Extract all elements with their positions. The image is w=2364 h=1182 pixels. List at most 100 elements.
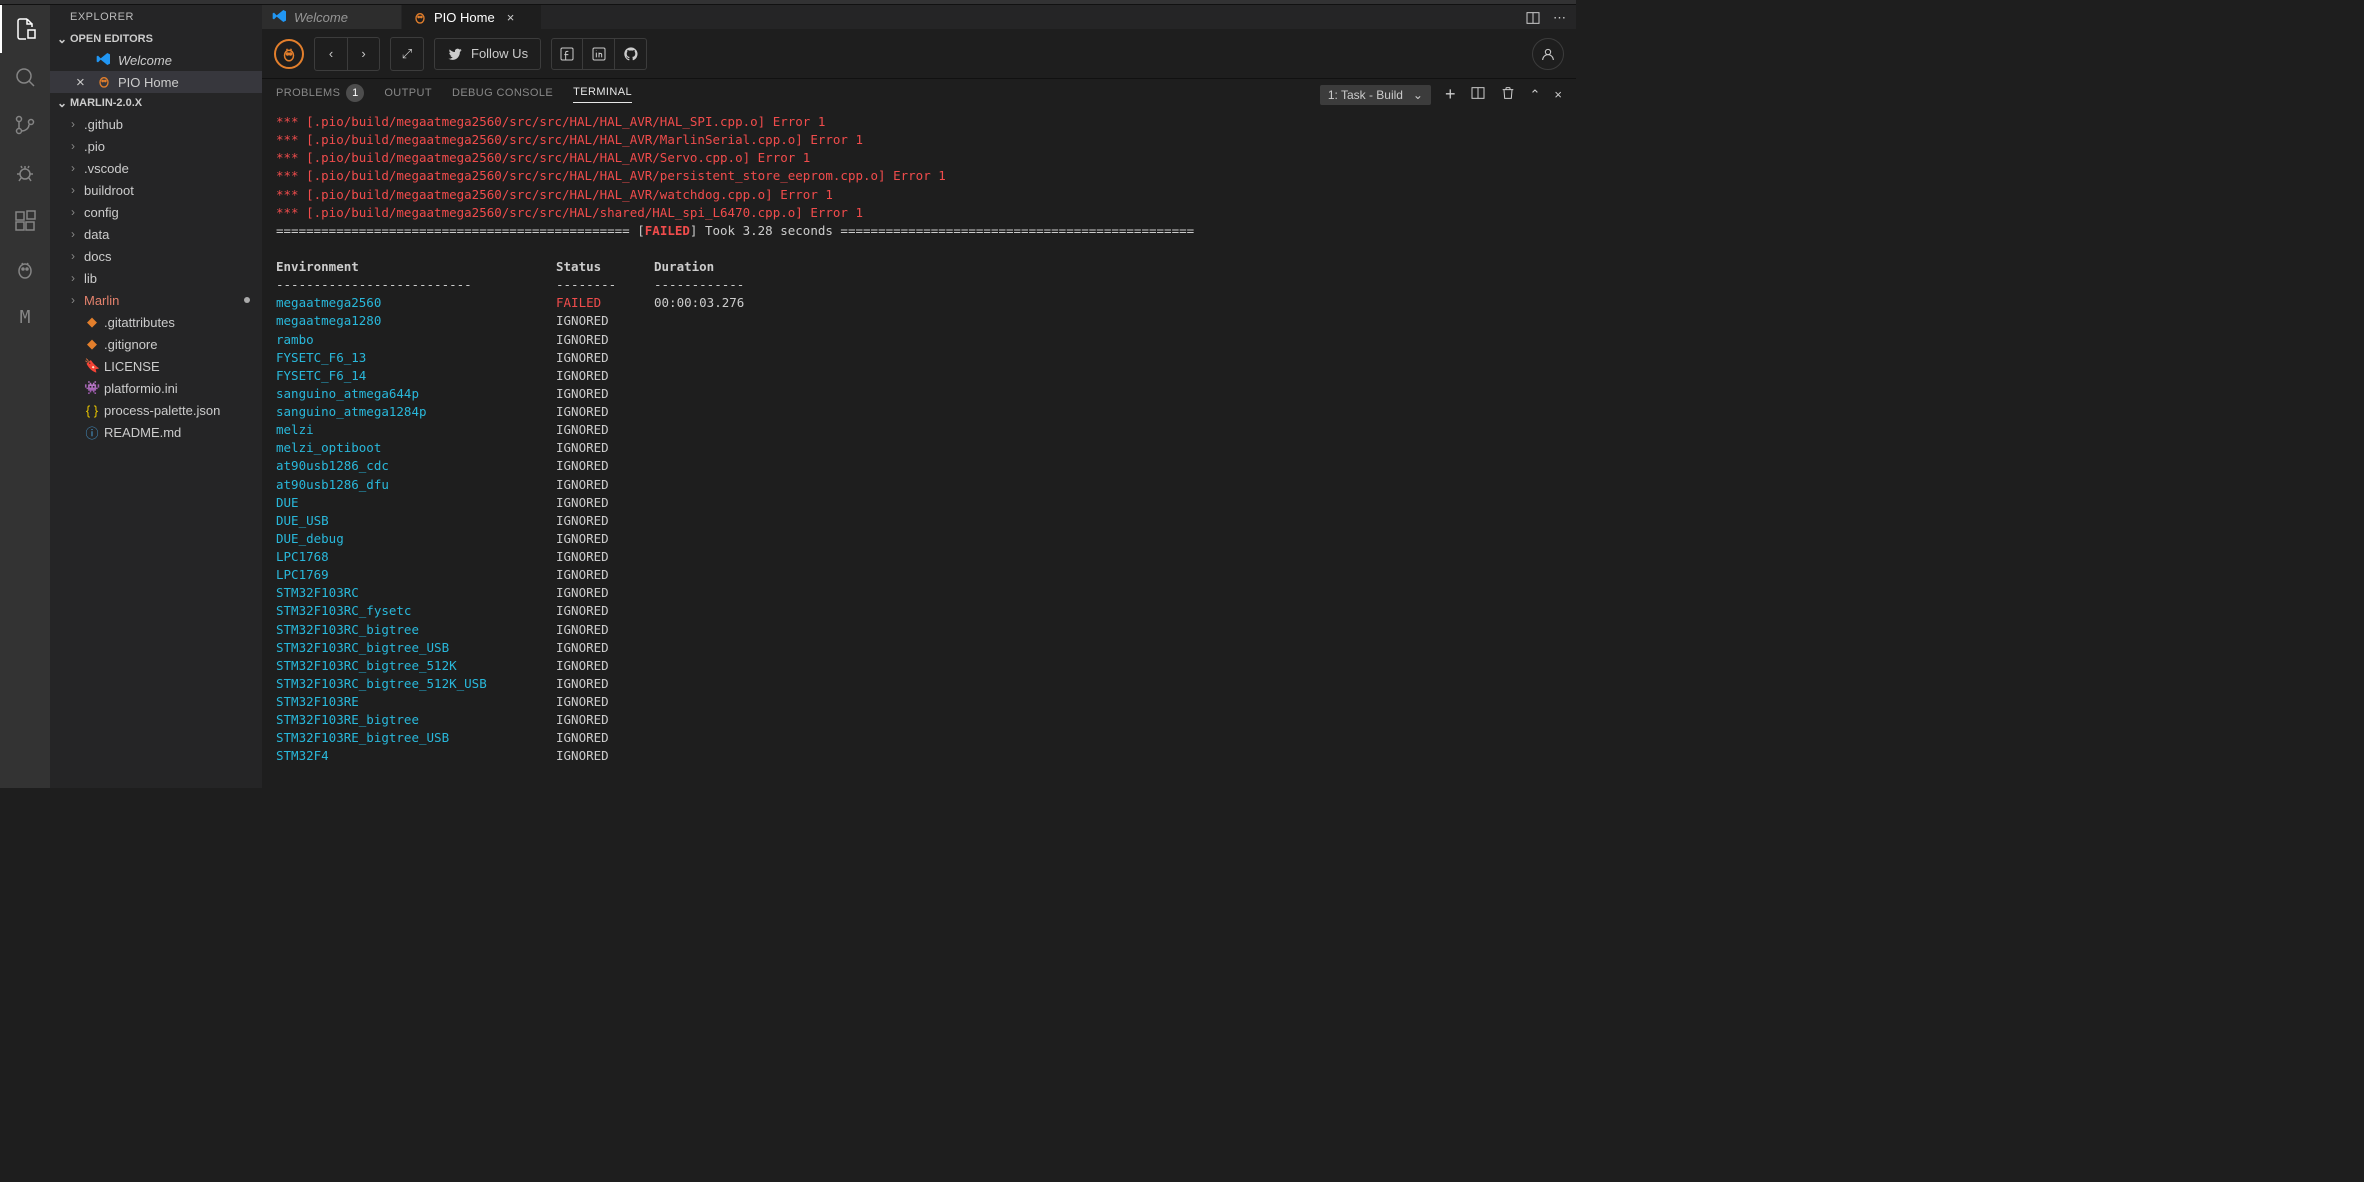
tab-welcome[interactable]: Welcome	[262, 5, 402, 29]
activity-source-control[interactable]	[0, 101, 50, 149]
open-editors-header[interactable]: ⌄ OPEN EDITORS	[50, 29, 262, 49]
folder-label: buildroot	[84, 183, 134, 198]
folder-item[interactable]: › .pio	[50, 135, 262, 157]
file-icon: ⓘ	[84, 423, 100, 442]
terminal-task-dropdown[interactable]: 1: Task - Build	[1320, 85, 1431, 105]
panel-tab-bar: PROBLEMS 1 OUTPUT DEBUG CONSOLE TERMINAL…	[262, 79, 1576, 111]
folder-label: docs	[84, 249, 111, 264]
more-icon[interactable]: ⋯	[1553, 10, 1566, 29]
panel-tab-debug-console[interactable]: DEBUG CONSOLE	[452, 87, 553, 103]
explorer-sidebar: EXPLORER ⌄ OPEN EDITORS ×Welcome × PIO Hom…	[50, 5, 262, 788]
file-icon: 👾	[84, 380, 100, 396]
chevron-down-icon: ⌄	[54, 32, 70, 46]
file-item[interactable]: ◆ .gitattributes	[50, 311, 262, 333]
split-terminal-icon[interactable]	[1470, 85, 1486, 104]
nav-back-button[interactable]: ‹	[315, 38, 347, 70]
close-icon[interactable]: ×	[507, 10, 515, 25]
file-label: process-palette.json	[104, 403, 220, 418]
activity-search[interactable]	[0, 53, 50, 101]
chevron-down-icon: ⌄	[54, 96, 70, 110]
modified-dot-icon	[244, 297, 250, 303]
chevron-right-icon: ›	[66, 117, 80, 131]
file-label: .gitignore	[104, 337, 157, 352]
folder-label: .github	[84, 117, 123, 132]
split-editor-icon[interactable]	[1525, 10, 1541, 29]
nav-forward-button[interactable]: ›	[347, 38, 379, 70]
file-label: README.md	[104, 425, 181, 440]
tab-bar: Welcome PIO Home × ⋯	[262, 5, 1576, 29]
folder-label: config	[84, 205, 119, 220]
panel-tab-problems[interactable]: PROBLEMS 1	[276, 84, 364, 106]
new-terminal-icon[interactable]: +	[1445, 84, 1456, 105]
file-item[interactable]: 👾 platformio.ini	[50, 377, 262, 399]
folder-label: lib	[84, 271, 97, 286]
folder-label: data	[84, 227, 109, 242]
chevron-right-icon: ›	[66, 183, 80, 197]
file-icon: ◆	[84, 314, 100, 330]
folder-label: .pio	[84, 139, 105, 154]
folder-item[interactable]: › config	[50, 201, 262, 223]
platformio-icon	[412, 9, 428, 25]
chevron-right-icon: ›	[66, 271, 80, 285]
pio-home-toolbar: ‹ › ⤢ Follow Us	[262, 29, 1576, 79]
activity-debug[interactable]	[0, 149, 50, 197]
problems-count-badge: 1	[346, 84, 364, 102]
chevron-right-icon: ›	[66, 227, 80, 241]
open-editor-label: PIO Home	[118, 75, 179, 90]
file-label: platformio.ini	[104, 381, 178, 396]
activity-marlin[interactable]: M	[0, 293, 50, 341]
expand-button[interactable]: ⤢	[391, 38, 423, 70]
vscode-icon	[272, 8, 288, 27]
linkedin-icon[interactable]	[583, 38, 615, 70]
folder-item[interactable]: › lib	[50, 267, 262, 289]
panel-tab-output[interactable]: OUTPUT	[384, 87, 432, 103]
twitter-icon	[447, 46, 463, 62]
chevron-right-icon: ›	[66, 161, 80, 175]
sidebar-title: EXPLORER	[50, 5, 262, 29]
maximize-panel-icon[interactable]: ⌃	[1530, 87, 1541, 103]
folder-item-marlin[interactable]: › Marlin	[50, 289, 262, 311]
platformio-logo-icon	[274, 39, 304, 69]
chevron-right-icon: ›	[66, 205, 80, 219]
file-icon: { }	[84, 403, 100, 418]
facebook-icon[interactable]	[551, 38, 583, 70]
folder-item[interactable]: › buildroot	[50, 179, 262, 201]
follow-us-button[interactable]: Follow Us	[434, 38, 541, 70]
file-item[interactable]: ◆ .gitignore	[50, 333, 262, 355]
folder-item[interactable]: › data	[50, 223, 262, 245]
github-icon[interactable]	[615, 38, 647, 70]
activity-extensions[interactable]	[0, 197, 50, 245]
trash-icon[interactable]	[1500, 85, 1516, 104]
file-icon: 🔖	[84, 358, 100, 374]
panel-tab-terminal[interactable]: TERMINAL	[573, 86, 632, 103]
open-editor-label: Welcome	[118, 53, 172, 68]
activity-platformio[interactable]	[0, 245, 50, 293]
open-editor-item[interactable]: ×Welcome	[50, 49, 262, 71]
account-icon[interactable]	[1532, 38, 1564, 70]
activity-explorer[interactable]	[0, 5, 50, 53]
folder-item[interactable]: › docs	[50, 245, 262, 267]
folder-label: .vscode	[84, 161, 129, 176]
terminal-output[interactable]: *** [.pio/build/megaatmega2560/src/src/H…	[262, 111, 1576, 788]
tab-pio-home[interactable]: PIO Home ×	[402, 5, 542, 29]
file-item[interactable]: { } process-palette.json	[50, 399, 262, 421]
folder-item[interactable]: › .github	[50, 113, 262, 135]
folder-label: Marlin	[84, 293, 119, 308]
close-panel-icon[interactable]: ×	[1554, 87, 1562, 102]
close-icon[interactable]: ×	[76, 74, 90, 91]
file-label: LICENSE	[104, 359, 160, 374]
chevron-right-icon: ›	[66, 249, 80, 263]
folder-item[interactable]: › .vscode	[50, 157, 262, 179]
chevron-right-icon: ›	[66, 293, 80, 307]
project-header[interactable]: ⌄ MARLIN-2.0.X	[50, 93, 262, 113]
open-editor-item[interactable]: × PIO Home	[50, 71, 262, 93]
chevron-right-icon: ›	[66, 139, 80, 153]
vscode-icon	[96, 51, 112, 70]
file-icon: ◆	[84, 336, 100, 352]
platformio-icon	[96, 73, 112, 92]
file-label: .gitattributes	[104, 315, 175, 330]
activity-bar: M	[0, 5, 50, 788]
file-item[interactable]: ⓘ README.md	[50, 421, 262, 443]
file-item[interactable]: 🔖 LICENSE	[50, 355, 262, 377]
editor-area: Welcome PIO Home × ⋯ ‹ ›	[262, 5, 1576, 788]
